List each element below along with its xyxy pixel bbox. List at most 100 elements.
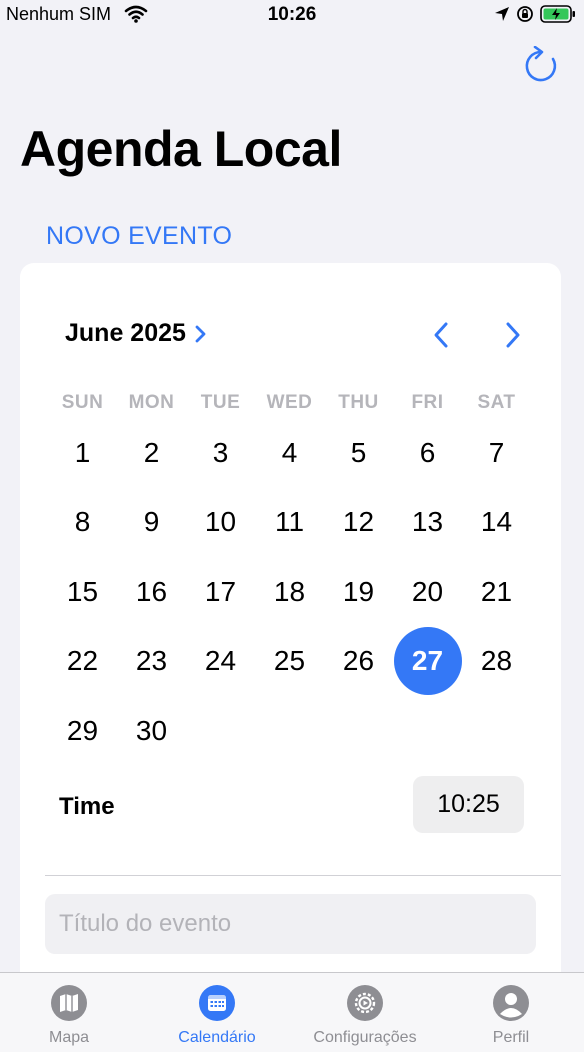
calendar-day[interactable]: 30 [117, 696, 186, 766]
calendar-day[interactable]: 26 [324, 627, 393, 697]
calendar-day[interactable]: 29 [48, 696, 117, 766]
tab-label: Configurações [313, 1029, 417, 1046]
tab-calendario[interactable]: Calendário [167, 985, 267, 1047]
tab-label: Mapa [48, 1029, 90, 1046]
calendar-day[interactable]: 16 [117, 557, 186, 627]
tab-label: Perfil [492, 1029, 530, 1046]
calendar-day[interactable]: 11 [255, 488, 324, 558]
weekday-label: SAT [477, 392, 516, 413]
calendar-day[interactable]: 20 [393, 557, 462, 627]
calendar-day-number: 14 [480, 506, 513, 538]
calendar-day-number: 6 [419, 436, 436, 468]
calendar-day[interactable]: 25 [255, 627, 324, 697]
tab-perfil[interactable]: Perfil [471, 985, 551, 1047]
calendar-icon [199, 985, 235, 1021]
page-title: Agenda Local [20, 121, 342, 177]
weekday-label: WED [266, 392, 313, 413]
calendar-day-number: 24 [204, 645, 237, 677]
calendar-day-number: 11 [274, 506, 305, 538]
event-title-input[interactable] [45, 894, 536, 954]
calendar-day[interactable]: 15 [48, 557, 117, 627]
weekday-label: SUN [61, 392, 104, 413]
calendar-day[interactable]: 23 [117, 627, 186, 697]
calendar-day[interactable]: 18 [255, 557, 324, 627]
calendar-day-number: 30 [135, 714, 168, 746]
calendar-day[interactable]: 17 [186, 557, 255, 627]
calendar-day[interactable]: 5 [324, 418, 393, 488]
tab-configuracoes[interactable]: Configurações [300, 985, 430, 1047]
orientation-lock-icon [517, 6, 533, 22]
calendar-day-number: 18 [273, 575, 306, 607]
calendar-day-number: 3 [212, 436, 229, 468]
location-arrow-icon [495, 7, 509, 21]
tab-label: Calendário [178, 1029, 256, 1046]
calendar-day-selected[interactable]: 27 [393, 627, 462, 697]
gear-icon [347, 985, 383, 1021]
calendar-day[interactable]: 3 [186, 418, 255, 488]
next-month-button[interactable] [498, 319, 528, 351]
calendar-day-number: 4 [281, 436, 298, 468]
calendar-day-number: 17 [204, 575, 237, 607]
calendar-day-number: 5 [350, 436, 367, 468]
calendar-day-number: 16 [135, 575, 168, 607]
tab-mapa[interactable]: Mapa [29, 985, 109, 1047]
refresh-icon[interactable] [522, 46, 560, 86]
calendar-day-number: 2 [143, 436, 160, 468]
calendar-day-number: 19 [342, 575, 375, 607]
calendar-day-number: 13 [411, 506, 444, 538]
weekday-header-row: SUN MON TUE WED THU FRI SAT [48, 392, 532, 414]
chevron-left-icon [434, 322, 448, 348]
section-header: NOVO EVENTO [46, 222, 233, 250]
calendar-day[interactable]: 10 [186, 488, 255, 558]
chevron-right-icon [506, 322, 520, 348]
battery-icon [540, 5, 575, 23]
calendar-day-number: 8 [74, 506, 91, 538]
month-year-selector[interactable]: June 2025 [65, 319, 208, 348]
time-picker-button[interactable]: 10:25 [413, 776, 524, 833]
calendar-day[interactable]: 14 [462, 488, 531, 558]
calendar-day[interactable]: 12 [324, 488, 393, 558]
previous-month-button[interactable] [426, 319, 456, 351]
status-bar: Nenhum SIM 10:26 [0, 0, 584, 30]
calendar-day[interactable]: 1 [48, 418, 117, 488]
calendar-day-grid: 1 2 3 4 5 6 7 8 9 10 11 12 13 14 15 16 17 18 19 20 21 22 23 24 2… [48, 418, 532, 766]
weekday-label: THU [338, 392, 379, 413]
calendar-day-number: 7 [488, 436, 505, 468]
calendar-day[interactable]: 21 [462, 557, 531, 627]
calendar-day[interactable]: 24 [186, 627, 255, 697]
calendar-day-number: 23 [135, 645, 168, 677]
calendar-day-number: 29 [66, 714, 99, 746]
calendar-day-number: 1 [74, 436, 91, 468]
calendar-day[interactable]: 8 [48, 488, 117, 558]
calendar-day[interactable]: 22 [48, 627, 117, 697]
calendar-day-number: 20 [411, 575, 444, 607]
new-event-card: June 2025 SUN MON TUE WED THU FRI SAT 12… [20, 263, 561, 1003]
calendar-day-number: 25 [273, 645, 306, 677]
calendar-day[interactable]: 7 [462, 418, 531, 488]
calendar-day-number: 28 [480, 645, 513, 677]
calendar-day[interactable]: 13 [393, 488, 462, 558]
map-icon [51, 985, 87, 1021]
tab-bar: Mapa Calendário Configurações Perfil [0, 972, 584, 1052]
calendar-day-number: 22 [66, 645, 99, 677]
calendar-day[interactable]: 9 [117, 488, 186, 558]
calendar-day[interactable]: 6 [393, 418, 462, 488]
weekday-label: MON [128, 392, 175, 413]
divider [45, 875, 561, 876]
calendar-day[interactable]: 28 [462, 627, 531, 697]
calendar-day[interactable]: 19 [324, 557, 393, 627]
calendar-day-number: 26 [342, 645, 375, 677]
person-icon [493, 985, 529, 1021]
calendar-day-number: 9 [143, 506, 160, 538]
weekday-label: TUE [200, 392, 241, 413]
calendar-day-number: 21 [480, 575, 513, 607]
calendar-day[interactable]: 2 [117, 418, 186, 488]
calendar-day-number: 10 [204, 506, 237, 538]
calendar-day-number: 27 [411, 645, 444, 677]
calendar-day-number: 12 [342, 506, 375, 538]
calendar-day-number: 15 [66, 575, 99, 607]
time-label: Time [59, 793, 115, 820]
weekday-label: FRI [411, 392, 444, 413]
calendar-day[interactable]: 4 [255, 418, 324, 488]
chevron-right-icon [195, 325, 206, 342]
